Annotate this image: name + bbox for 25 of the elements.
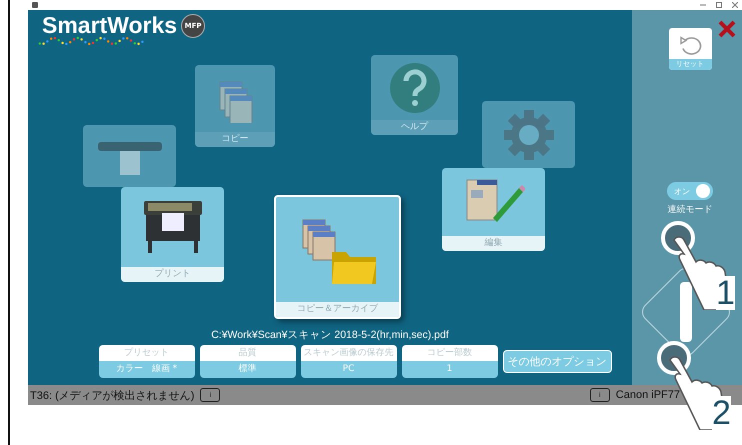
tile-label: コピー＆アーカイブ	[276, 302, 399, 317]
toggle-switch[interactable]: オン	[667, 182, 713, 200]
tile-label: コピー	[195, 132, 275, 147]
restore-icon[interactable]	[716, 2, 722, 8]
app-icon	[32, 2, 38, 8]
close-icon[interactable]	[732, 2, 738, 8]
printer-icon	[142, 201, 204, 253]
more-options-button[interactable]: その他のオプション	[502, 350, 612, 373]
output-path: C:¥Work¥Scan¥スキャン 2018-5-2(hr,min,sec).pdf	[211, 328, 449, 342]
gear-icon	[504, 110, 554, 160]
printer-name: Canon iPF77	[616, 389, 680, 401]
step-number-tooltip: 1	[716, 276, 735, 310]
tile-label: ヘルプ	[371, 120, 458, 135]
status-message: T36: (メディアが検出されません)	[30, 388, 194, 402]
step-number-tooltip: 2	[712, 396, 731, 430]
print-tile[interactable]: プリント	[121, 187, 224, 282]
close-icon[interactable]	[718, 20, 736, 38]
logo-text: SmartWorks	[42, 12, 178, 39]
tile-label: プリント	[121, 267, 224, 282]
edit-tile[interactable]: 編集	[442, 168, 545, 251]
minimize-icon[interactable]	[700, 2, 706, 8]
archive-tile[interactable]: コピー＆アーカイブ	[274, 195, 401, 319]
tile-label: 編集	[442, 236, 545, 251]
help-icon	[388, 62, 440, 114]
mode-label: 連続モード	[668, 204, 712, 216]
